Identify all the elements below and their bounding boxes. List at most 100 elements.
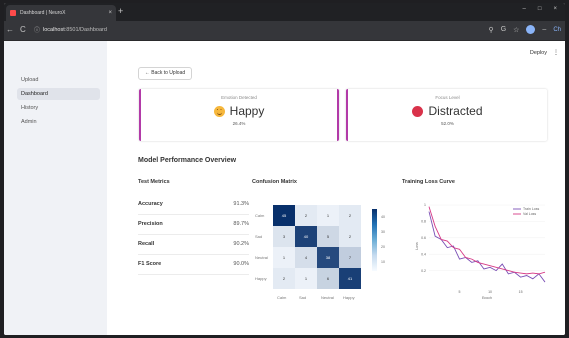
- site-info-icon[interactable]: ⓘ: [34, 25, 40, 34]
- cm-cell: 38: [317, 247, 339, 268]
- chrome-profile-label[interactable]: Ch: [553, 27, 561, 33]
- section-title: Model Performance Overview: [138, 157, 237, 164]
- cm-col-label: Happy: [343, 295, 355, 300]
- nav-buttons: ← C: [6, 25, 26, 34]
- browser-toolbar: ⚲ G ☆ – Ch: [489, 25, 561, 34]
- emotion-confidence: 26.4%: [232, 121, 246, 126]
- maximize-icon[interactable]: □: [538, 6, 542, 12]
- cm-cell: 40: [295, 226, 317, 247]
- cm-cell: 4: [295, 247, 317, 268]
- cm-row-label: Sad: [255, 234, 263, 239]
- x-tick-label: 15: [519, 290, 523, 294]
- metric-value: 90.0%: [233, 261, 249, 267]
- loss-line-val-loss: [428, 206, 546, 275]
- browser-window: Dashboard | NeuroX × + – □ × ← C ⓘ local…: [4, 3, 565, 335]
- back-to-upload-button[interactable]: ← Back to Upload: [138, 67, 192, 80]
- cm-col-label: Sad: [299, 295, 307, 300]
- confusion-colorbar: [372, 209, 377, 271]
- cm-cell: 5: [317, 226, 339, 247]
- y-axis-label: Loss: [415, 242, 419, 250]
- cm-cell: 1: [273, 247, 295, 268]
- metric-value: 90.2%: [233, 241, 249, 247]
- url-path: :8501/Dashboard: [64, 26, 107, 33]
- confusion-matrix-title: Confusion Matrix: [252, 179, 297, 185]
- new-tab-button[interactable]: +: [118, 6, 123, 16]
- password-key-icon[interactable]: ⚲: [489, 26, 494, 34]
- main-content: Deploy ⋮ ← Back to Upload Emotion Detect…: [107, 41, 565, 335]
- title-bar: Dashboard | NeuroX × + – □ ×: [4, 3, 565, 21]
- smiling-face-icon: [213, 105, 225, 117]
- loss-line-train-loss: [428, 211, 546, 283]
- y-tick-label: 0.2: [421, 269, 426, 273]
- focus-value-row: Distracted: [348, 104, 547, 118]
- emotion-value: Happy: [229, 104, 265, 118]
- metric-value: 89.7%: [233, 221, 249, 227]
- cm-cell: 41: [339, 268, 361, 289]
- y-tick-label: 0.8: [421, 220, 426, 224]
- close-window-icon[interactable]: ×: [553, 6, 557, 12]
- y-tick-label: 0.4: [421, 252, 426, 256]
- metric-row-f1-score: F1 Score 90.0%: [138, 255, 249, 275]
- cm-row-label: Neutral: [255, 255, 268, 260]
- metric-row-recall: Recall 90.2%: [138, 235, 249, 255]
- bookmark-star-icon[interactable]: ☆: [513, 26, 519, 34]
- cm-row-label: Happy: [255, 276, 267, 281]
- browser-tab[interactable]: Dashboard | NeuroX ×: [6, 5, 116, 21]
- sidebar-item-admin[interactable]: Admin: [17, 116, 100, 128]
- cm-cell: 45: [273, 205, 295, 226]
- sidebar-item-history[interactable]: History: [17, 102, 100, 114]
- window-controls: – □ ×: [523, 6, 557, 12]
- cm-cell: 6: [317, 268, 339, 289]
- y-tick-label: 1: [424, 203, 426, 207]
- x-tick-label: 5: [459, 290, 461, 294]
- profile-avatar-icon[interactable]: [526, 25, 536, 34]
- y-tick-label: 0.6: [421, 236, 426, 240]
- metric-value: 91.3%: [233, 201, 249, 207]
- cm-cell: 3: [273, 226, 295, 247]
- loss-chart-title: Training Loss Curve: [402, 179, 455, 185]
- cm-col-label: Neutral: [321, 295, 334, 300]
- cm-cell: 2: [339, 205, 361, 226]
- deploy-button[interactable]: Deploy: [530, 50, 547, 56]
- red-circle-icon: [412, 105, 424, 117]
- colorbar-tick: 40: [381, 215, 385, 219]
- main-menu-icon[interactable]: ⋮: [553, 49, 559, 56]
- emotion-card: Emotion Detected Happy 26.4%: [139, 89, 339, 141]
- metric-name: Accuracy: [138, 201, 163, 207]
- sidebar: Upload Dashboard History Admin: [4, 41, 107, 335]
- emotion-label: Emotion Detected: [221, 95, 257, 100]
- address-bar-row: ← C ⓘ localhost:8501/Dashboard ⚲ G ☆ – C…: [4, 21, 565, 41]
- test-metrics-title: Test Metrics: [138, 179, 170, 185]
- sidebar-item-upload[interactable]: Upload: [17, 74, 100, 86]
- colorbar-tick: 30: [381, 230, 385, 234]
- back-arrow-icon[interactable]: ←: [6, 25, 14, 34]
- cm-row-label: Calm: [255, 213, 265, 218]
- cm-cell: 2: [273, 268, 295, 289]
- url-field[interactable]: ⓘ localhost:8501/Dashboard: [34, 25, 107, 35]
- metric-row-accuracy: Accuracy 91.3%: [138, 195, 249, 215]
- x-tick-label: 10: [488, 290, 492, 294]
- focus-confidence: 52.0%: [441, 121, 454, 126]
- google-lens-icon[interactable]: G: [501, 26, 506, 33]
- cm-col-label: Calm: [277, 295, 287, 300]
- emotion-value-row: Happy: [141, 104, 337, 118]
- close-tab-icon[interactable]: ×: [108, 10, 112, 16]
- focus-card: Focus Level Distracted 52.0%: [346, 89, 547, 141]
- minimize-sidepanel-icon[interactable]: –: [542, 26, 546, 33]
- minimize-icon[interactable]: –: [523, 6, 526, 12]
- tab-title: Dashboard | NeuroX: [20, 10, 66, 16]
- metric-name: F1 Score: [138, 261, 162, 267]
- legend-label: Train Loss: [523, 207, 539, 211]
- x-axis-label: Epoch: [482, 296, 492, 299]
- sidebar-item-dashboard[interactable]: Dashboard: [17, 88, 100, 100]
- cm-cell: 2: [295, 205, 317, 226]
- focus-label: Focus Level: [435, 95, 460, 100]
- metric-row-precision: Precision 89.7%: [138, 215, 249, 235]
- url-host: localhost: [43, 26, 65, 33]
- focus-value: Distracted: [428, 104, 483, 118]
- streamlit-favicon-icon: [10, 10, 16, 16]
- metric-name: Precision: [138, 221, 163, 227]
- reload-icon[interactable]: C: [20, 25, 26, 34]
- training-loss-chart: 0.20.40.60.815 10 15EpochLossTrain LossVal…: [415, 199, 549, 299]
- colorbar-tick: 20: [381, 245, 385, 249]
